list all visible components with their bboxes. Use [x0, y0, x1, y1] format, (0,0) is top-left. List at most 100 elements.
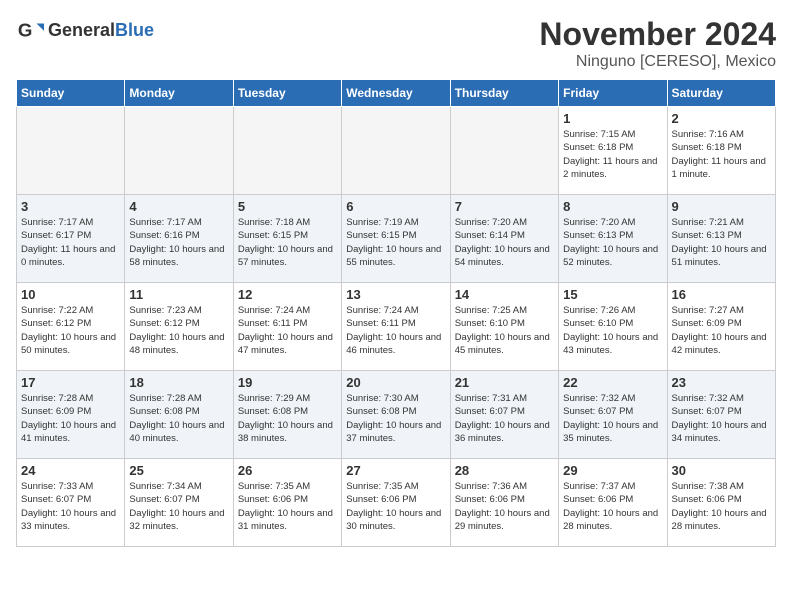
svg-text:G: G — [18, 20, 33, 41]
day-number: 29 — [563, 463, 662, 478]
location-title: Ninguno [CERESO], Mexico — [539, 53, 776, 71]
day-number: 25 — [129, 463, 228, 478]
calendar-cell: 18 Sunrise: 7:28 AM Sunset: 6:08 PM Dayli… — [125, 371, 233, 459]
day-number: 27 — [346, 463, 445, 478]
calendar-cell: 8Sunrise: 7:20 AM Sunset: 6:13 PM Daylig… — [559, 195, 667, 283]
calendar-cell — [233, 107, 341, 195]
day-number: 21 — [455, 375, 554, 390]
day-number: 24 — [21, 463, 120, 478]
day-info: Sunrise: 7:27 AM Sunset: 6:09 PM Dayligh… — [672, 304, 771, 357]
day-info: Sunrise: 7:19 AM Sunset: 6:15 PM Dayligh… — [346, 216, 445, 269]
day-number: 7 — [455, 199, 554, 214]
calendar-cell: 12 Sunrise: 7:24 AM Sunset: 6:11 PM Dayli… — [233, 283, 341, 371]
day-info: Sunrise: 7:24 AM Sunset: 6:11 PM Dayligh… — [238, 304, 337, 357]
calendar-week-row: 24Sunrise: 7:33 AM Sunset: 6:07 PM Dayli… — [17, 459, 776, 547]
day-info: Sunrise: 7:25 AM Sunset: 6:10 PM Dayligh… — [455, 304, 554, 357]
calendar-header-saturday: Saturday — [667, 80, 775, 107]
calendar-table: SundayMondayTuesdayWednesdayThursdayFrid… — [16, 79, 776, 547]
logo-general: General — [48, 20, 115, 40]
logo-blue: Blue — [115, 20, 154, 40]
day-info: Sunrise: 7:17 AM Sunset: 6:17 PM Dayligh… — [21, 216, 120, 269]
day-number: 5 — [238, 199, 337, 214]
calendar-header-sunday: Sunday — [17, 80, 125, 107]
day-info: Sunrise: 7:32 AM Sunset: 6:07 PM Dayligh… — [672, 392, 771, 445]
day-info: Sunrise: 7:20 AM Sunset: 6:13 PM Dayligh… — [563, 216, 662, 269]
calendar-cell: 9 Sunrise: 7:21 AM Sunset: 6:13 PM Daylig… — [667, 195, 775, 283]
day-info: Sunrise: 7:17 AM Sunset: 6:16 PM Dayligh… — [129, 216, 228, 269]
calendar-cell: 2 Sunrise: 7:16 AM Sunset: 6:18 PM Daylig… — [667, 107, 775, 195]
calendar-header-row: SundayMondayTuesdayWednesdayThursdayFrid… — [17, 80, 776, 107]
day-info: Sunrise: 7:22 AM Sunset: 6:12 PM Dayligh… — [21, 304, 120, 357]
calendar-cell: 20 Sunrise: 7:30 AM Sunset: 6:08 PM Dayli… — [342, 371, 450, 459]
day-number: 22 — [563, 375, 662, 390]
calendar-cell — [450, 107, 558, 195]
calendar-week-row: 1 Sunrise: 7:15 AM Sunset: 6:18 PM Daylig… — [17, 107, 776, 195]
calendar-cell: 17Sunrise: 7:28 AM Sunset: 6:09 PM Dayli… — [17, 371, 125, 459]
day-info: Sunrise: 7:31 AM Sunset: 6:07 PM Dayligh… — [455, 392, 554, 445]
day-info: Sunrise: 7:34 AM Sunset: 6:07 PM Dayligh… — [129, 480, 228, 533]
day-number: 6 — [346, 199, 445, 214]
day-number: 11 — [129, 287, 228, 302]
day-number: 28 — [455, 463, 554, 478]
day-info: Sunrise: 7:26 AM Sunset: 6:10 PM Dayligh… — [563, 304, 662, 357]
day-number: 18 — [129, 375, 228, 390]
calendar-cell: 22Sunrise: 7:32 AM Sunset: 6:07 PM Dayli… — [559, 371, 667, 459]
day-info: Sunrise: 7:28 AM Sunset: 6:09 PM Dayligh… — [21, 392, 120, 445]
calendar-cell: 23 Sunrise: 7:32 AM Sunset: 6:07 PM Dayli… — [667, 371, 775, 459]
day-number: 3 — [21, 199, 120, 214]
calendar-week-row: 10 Sunrise: 7:22 AM Sunset: 6:12 PM Dayli… — [17, 283, 776, 371]
calendar-cell: 10 Sunrise: 7:22 AM Sunset: 6:12 PM Dayli… — [17, 283, 125, 371]
day-info: Sunrise: 7:35 AM Sunset: 6:06 PM Dayligh… — [346, 480, 445, 533]
calendar-cell: 6 Sunrise: 7:19 AM Sunset: 6:15 PM Daylig… — [342, 195, 450, 283]
calendar-cell: 1 Sunrise: 7:15 AM Sunset: 6:18 PM Daylig… — [559, 107, 667, 195]
calendar-cell: 7 Sunrise: 7:20 AM Sunset: 6:14 PM Daylig… — [450, 195, 558, 283]
calendar-header-wednesday: Wednesday — [342, 80, 450, 107]
calendar-cell: 19Sunrise: 7:29 AM Sunset: 6:08 PM Dayli… — [233, 371, 341, 459]
calendar-cell: 3 Sunrise: 7:17 AM Sunset: 6:17 PM Daylig… — [17, 195, 125, 283]
day-number: 14 — [455, 287, 554, 302]
day-number: 10 — [21, 287, 120, 302]
calendar-cell: 4Sunrise: 7:17 AM Sunset: 6:16 PM Daylig… — [125, 195, 233, 283]
day-number: 13 — [346, 287, 445, 302]
calendar-cell: 26 Sunrise: 7:35 AM Sunset: 6:06 PM Dayli… — [233, 459, 341, 547]
calendar-cell: 30 Sunrise: 7:38 AM Sunset: 6:06 PM Dayli… — [667, 459, 775, 547]
calendar-cell: 21 Sunrise: 7:31 AM Sunset: 6:07 PM Dayli… — [450, 371, 558, 459]
calendar-cell — [17, 107, 125, 195]
day-number: 2 — [672, 111, 771, 126]
day-number: 19 — [238, 375, 337, 390]
calendar-cell: 5 Sunrise: 7:18 AM Sunset: 6:15 PM Daylig… — [233, 195, 341, 283]
calendar-cell: 11 Sunrise: 7:23 AM Sunset: 6:12 PM Dayli… — [125, 283, 233, 371]
day-number: 30 — [672, 463, 771, 478]
day-number: 1 — [563, 111, 662, 126]
calendar-cell: 15Sunrise: 7:26 AM Sunset: 6:10 PM Dayli… — [559, 283, 667, 371]
day-info: Sunrise: 7:18 AM Sunset: 6:15 PM Dayligh… — [238, 216, 337, 269]
day-number: 26 — [238, 463, 337, 478]
calendar-cell: 27 Sunrise: 7:35 AM Sunset: 6:06 PM Dayli… — [342, 459, 450, 547]
calendar-cell — [125, 107, 233, 195]
month-title: November 2024 — [539, 16, 776, 53]
day-info: Sunrise: 7:35 AM Sunset: 6:06 PM Dayligh… — [238, 480, 337, 533]
day-info: Sunrise: 7:38 AM Sunset: 6:06 PM Dayligh… — [672, 480, 771, 533]
logo: G GeneralBlue — [16, 16, 154, 44]
day-info: Sunrise: 7:30 AM Sunset: 6:08 PM Dayligh… — [346, 392, 445, 445]
day-info: Sunrise: 7:23 AM Sunset: 6:12 PM Dayligh… — [129, 304, 228, 357]
day-info: Sunrise: 7:28 AM Sunset: 6:08 PM Dayligh… — [129, 392, 228, 445]
logo-icon: G — [16, 16, 44, 44]
calendar-cell: 24Sunrise: 7:33 AM Sunset: 6:07 PM Dayli… — [17, 459, 125, 547]
calendar-cell: 25 Sunrise: 7:34 AM Sunset: 6:07 PM Dayli… — [125, 459, 233, 547]
calendar-week-row: 3 Sunrise: 7:17 AM Sunset: 6:17 PM Daylig… — [17, 195, 776, 283]
day-info: Sunrise: 7:36 AM Sunset: 6:06 PM Dayligh… — [455, 480, 554, 533]
calendar-cell: 28 Sunrise: 7:36 AM Sunset: 6:06 PM Dayli… — [450, 459, 558, 547]
day-info: Sunrise: 7:15 AM Sunset: 6:18 PM Dayligh… — [563, 128, 662, 181]
day-number: 23 — [672, 375, 771, 390]
day-info: Sunrise: 7:16 AM Sunset: 6:18 PM Dayligh… — [672, 128, 771, 181]
calendar-header-thursday: Thursday — [450, 80, 558, 107]
day-number: 9 — [672, 199, 771, 214]
title-area: November 2024 Ninguno [CERESO], Mexico — [539, 16, 776, 71]
calendar-cell: 13Sunrise: 7:24 AM Sunset: 6:11 PM Dayli… — [342, 283, 450, 371]
day-number: 20 — [346, 375, 445, 390]
day-number: 12 — [238, 287, 337, 302]
day-info: Sunrise: 7:21 AM Sunset: 6:13 PM Dayligh… — [672, 216, 771, 269]
calendar-header-tuesday: Tuesday — [233, 80, 341, 107]
day-info: Sunrise: 7:20 AM Sunset: 6:14 PM Dayligh… — [455, 216, 554, 269]
